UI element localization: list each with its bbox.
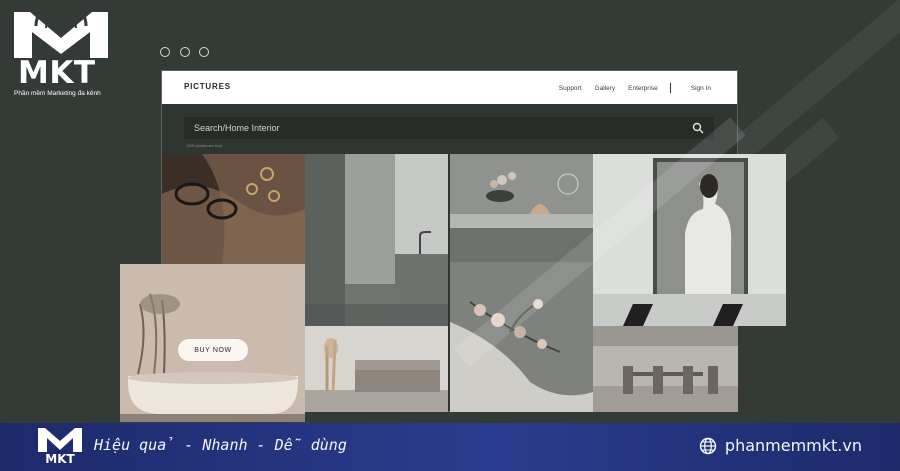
nav-sign-in[interactable]: Sign In — [691, 85, 711, 92]
search-bar[interactable]: Search/Home Interior — [184, 117, 714, 139]
window-dot[interactable] — [180, 47, 190, 57]
photo-dining-room[interactable] — [593, 326, 738, 412]
photo-living-room[interactable] — [305, 326, 448, 412]
search-hint: 100% photos new food — [186, 144, 222, 148]
logo-text: MKT — [18, 55, 96, 91]
nav-support[interactable]: Support — [559, 85, 582, 92]
search-input[interactable]: Search/Home Interior — [194, 117, 280, 139]
window-dot[interactable] — [199, 47, 209, 57]
nav-enterprise[interactable]: Enterprise — [628, 85, 658, 92]
site-navbar: PICTURES Support Gallery Enterprise Sign… — [162, 71, 737, 104]
photo-shelf[interactable] — [450, 154, 593, 262]
nav-links: Support Gallery Enterprise Sign In — [546, 83, 711, 93]
photo-jewellery[interactable] — [162, 154, 305, 264]
bottom-banner: MKT Hiệu quả - Nhanh - Dễ dùng phanmemmk… — [0, 423, 900, 471]
nav-gallery[interactable]: Gallery — [595, 85, 616, 92]
banner-logo-text: MKT — [45, 452, 75, 466]
photo-bathroom[interactable] — [305, 154, 448, 326]
logo-tagline: Phần mềm Marketing đa kênh — [14, 90, 101, 97]
buy-now-button[interactable]: BUY NOW — [178, 339, 248, 361]
banner-website[interactable]: phanmemmkt.vn — [699, 436, 862, 455]
nav-divider — [669, 83, 671, 93]
brand-logo: MKT Phần mềm Marketing đa kênh — [8, 8, 113, 100]
banner-slogan: Hiệu quả - Nhanh - Dễ dùng — [94, 436, 347, 454]
logo-mark-icon — [14, 8, 108, 58]
site-brand[interactable]: PICTURES — [184, 82, 231, 91]
globe-icon — [699, 437, 717, 454]
search-icon[interactable] — [692, 122, 704, 134]
window-dot[interactable] — [160, 47, 170, 57]
website-text[interactable]: phanmemmkt.vn — [725, 436, 862, 455]
banner-logo-icon: MKT — [38, 428, 82, 466]
